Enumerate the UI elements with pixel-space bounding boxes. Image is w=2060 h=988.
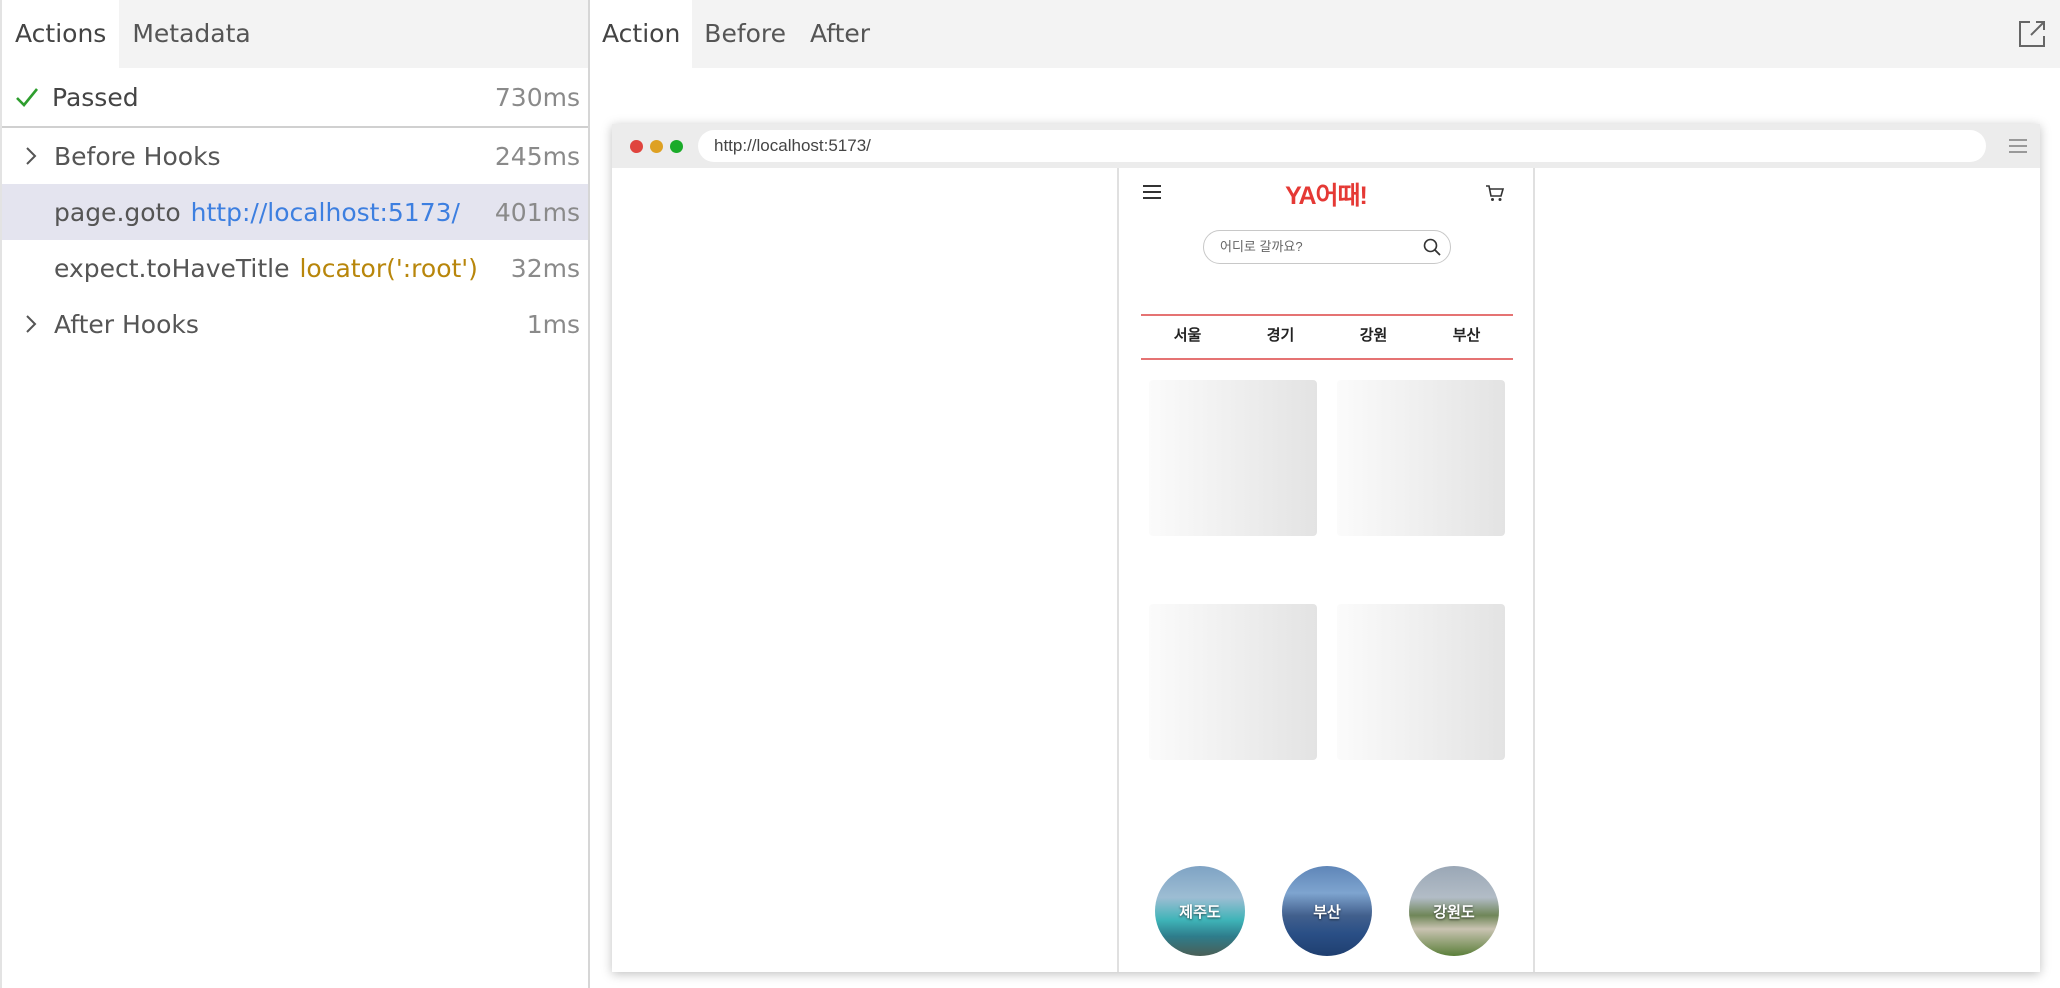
action-name: Before Hooks <box>54 141 221 171</box>
action-duration: 401ms <box>494 197 580 227</box>
action-duration: 245ms <box>494 141 580 171</box>
tab-actions[interactable]: Actions <box>2 0 120 68</box>
external-link-icon[interactable] <box>2016 18 2048 50</box>
action-row-page-goto[interactable]: page.goto http://localhost:5173/ 401ms <box>2 184 588 240</box>
status-duration: 730ms <box>494 82 580 112</box>
test-status-row: Passed 730ms <box>2 68 588 128</box>
minimize-dot-icon <box>650 139 663 153</box>
menu-icon[interactable] <box>2008 136 2028 156</box>
destination-jeju[interactable]: 제주도 <box>1155 866 1245 956</box>
browser-frame: http://localhost:5173/ YA어때! 어디로 갈까요? 서울… <box>612 124 2040 972</box>
region-tab-gangwon[interactable]: 강원 <box>1327 316 1420 358</box>
action-row-expect-title[interactable]: expect.toHaveTitle locator(':root') 32ms <box>2 240 588 296</box>
right-tab-bar: Action Before After <box>590 0 2060 68</box>
region-tab-seoul[interactable]: 서울 <box>1141 316 1234 358</box>
check-icon <box>16 88 39 107</box>
action-row-after-hooks[interactable]: After Hooks 1ms <box>2 296 588 352</box>
url-bar[interactable]: http://localhost:5173/ <box>698 130 1986 162</box>
app-header: YA어때! <box>1119 168 1533 218</box>
action-param-locator: locator(':root') <box>299 253 478 283</box>
search-icon[interactable] <box>1422 237 1442 257</box>
region-tab-gyeonggi[interactable]: 경기 <box>1234 316 1327 358</box>
loading-card <box>1149 604 1317 760</box>
status-label: Passed <box>52 82 139 112</box>
destination-label: 부산 <box>1313 903 1341 921</box>
tab-after[interactable]: After <box>798 0 882 68</box>
actions-panel: Actions Metadata Passed 730ms Before Hoo… <box>0 0 588 988</box>
region-tab-busan[interactable]: 부산 <box>1420 316 1513 358</box>
tab-before[interactable]: Before <box>692 0 798 68</box>
action-name: expect.toHaveTitle <box>54 253 290 283</box>
action-param-url: http://localhost:5173/ <box>190 197 460 227</box>
action-name: page.goto <box>54 197 181 227</box>
destination-busan[interactable]: 부산 <box>1282 866 1372 956</box>
destination-label: 제주도 <box>1179 903 1221 921</box>
chevron-right-icon[interactable] <box>16 128 46 184</box>
destination-gangwon[interactable]: 강원도 <box>1409 866 1499 956</box>
destination-label: 강원도 <box>1433 903 1475 921</box>
chevron-right-icon[interactable] <box>16 296 46 352</box>
snapshot-panel: Action Before After http://localhost:517… <box>588 0 2060 988</box>
action-duration: 1ms <box>526 309 580 339</box>
loading-card <box>1149 380 1317 536</box>
search-placeholder: 어디로 갈까요? <box>1220 239 1303 254</box>
loading-card <box>1337 380 1505 536</box>
action-name: After Hooks <box>54 309 199 339</box>
cart-icon[interactable] <box>1485 183 1505 203</box>
loading-card <box>1337 604 1505 760</box>
tab-action[interactable]: Action <box>590 0 693 68</box>
maximize-dot-icon <box>670 139 683 153</box>
app-viewport: YA어때! 어디로 갈까요? 서울 경기 강원 부산 제주도 부산 강원도 <box>1117 168 1535 972</box>
tab-metadata[interactable]: Metadata <box>119 0 263 68</box>
search-input[interactable]: 어디로 갈까요? <box>1203 230 1451 264</box>
browser-chrome: http://localhost:5173/ <box>612 124 2040 168</box>
app-logo[interactable]: YA어때! <box>1119 176 1533 212</box>
action-duration: 32ms <box>510 253 580 283</box>
region-tabs: 서울 경기 강원 부산 <box>1141 314 1513 360</box>
action-row-before-hooks[interactable]: Before Hooks 245ms <box>2 128 588 184</box>
left-tab-bar: Actions Metadata <box>2 0 588 68</box>
close-dot-icon <box>630 139 643 153</box>
